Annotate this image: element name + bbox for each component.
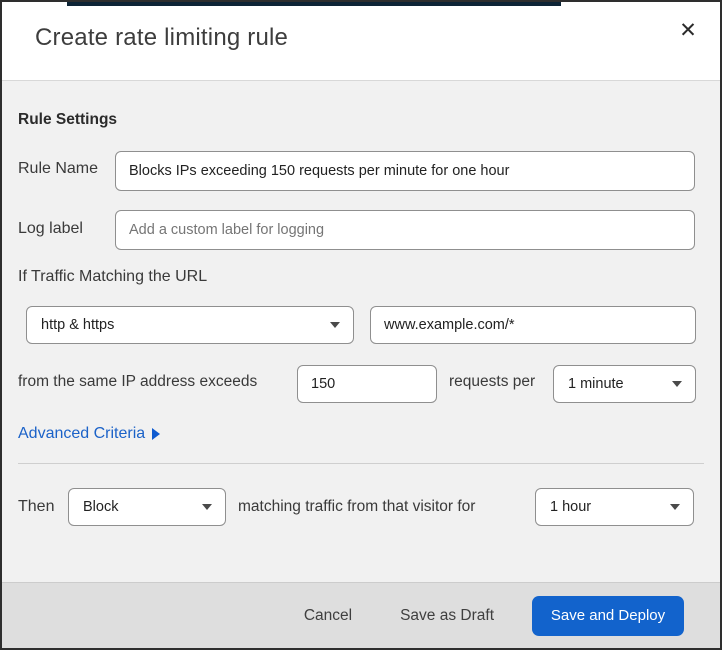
section-heading: Rule Settings	[18, 111, 118, 128]
save-as-draft-button[interactable]: Save as Draft	[390, 599, 504, 633]
period-select-value: 1 minute	[568, 376, 624, 392]
save-and-deploy-button[interactable]: Save and Deploy	[532, 595, 684, 636]
duration-select-value: 1 hour	[550, 499, 592, 515]
cancel-button[interactable]: Cancel	[294, 599, 362, 633]
then-middle-text: matching traffic from that visitor for	[238, 498, 476, 515]
threshold-input[interactable]	[297, 365, 437, 403]
scheme-select[interactable]: http & https	[26, 306, 354, 344]
log-label-label: Log label	[18, 220, 83, 237]
rule-name-label: Rule Name	[18, 160, 99, 177]
duration-select[interactable]: 1 hour	[535, 488, 694, 526]
page-top-strip	[67, 2, 561, 6]
dialog-footer: Cancel Save as Draft Save and Deploy	[2, 582, 720, 648]
threshold-prefix-text: from the same IP address exceeds	[18, 373, 258, 390]
advanced-criteria-label: Advanced Criteria	[18, 425, 146, 442]
action-select-value: Block	[83, 499, 119, 515]
rule-name-input[interactable]	[115, 151, 695, 191]
close-icon[interactable]: ✕	[670, 12, 706, 48]
traffic-match-heading: If Traffic Matching the URL	[18, 268, 208, 285]
rate-limit-dialog: Create rate limiting rule ✕ Rule Setting…	[0, 0, 722, 650]
scheme-select-value: http & https	[41, 317, 115, 333]
period-select[interactable]: 1 minute	[553, 365, 696, 403]
advanced-criteria-link[interactable]: Advanced Criteria	[18, 425, 161, 443]
log-label-input[interactable]	[115, 210, 695, 250]
dialog-header: Create rate limiting rule ✕	[2, 2, 720, 80]
divider	[18, 463, 704, 464]
caret-down-icon	[672, 381, 682, 387]
arrow-right-icon	[152, 428, 161, 440]
action-select[interactable]: Block	[68, 488, 226, 526]
dialog-body: Rule Settings Rule Name Log label If Tra…	[2, 80, 720, 582]
caret-down-icon	[330, 322, 340, 328]
threshold-suffix-text: requests per	[449, 373, 536, 390]
caret-down-icon	[670, 504, 680, 510]
dialog-title: Create rate limiting rule	[35, 24, 289, 51]
then-label: Then	[18, 498, 55, 515]
url-pattern-input[interactable]	[370, 306, 696, 344]
caret-down-icon	[202, 504, 212, 510]
